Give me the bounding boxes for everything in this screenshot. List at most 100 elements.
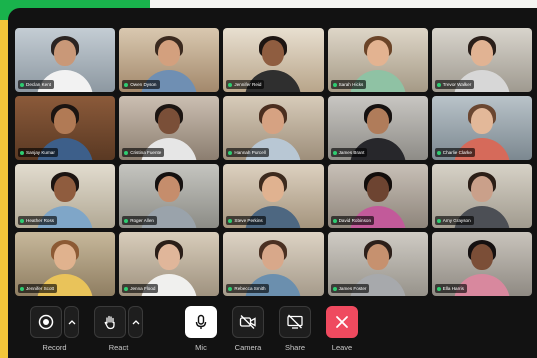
participant-name: Hannah Purcell bbox=[234, 150, 266, 155]
participant-name-tag: Hannah Purcell bbox=[226, 148, 269, 157]
leave-label: Leave bbox=[331, 343, 353, 352]
participant-video-face bbox=[158, 107, 181, 134]
speaking-indicator-icon bbox=[332, 82, 337, 87]
participant-tile[interactable]: Amy Grayson bbox=[431, 164, 532, 228]
participant-tile[interactable]: James Brant bbox=[327, 96, 428, 160]
participant-name: Sarah Hicks bbox=[338, 82, 364, 87]
leave-control: Leave bbox=[326, 306, 358, 352]
record-button[interactable] bbox=[30, 306, 62, 338]
record-label: Record bbox=[42, 343, 67, 352]
participant-grid: Declan Kent Owen Dyson Jennifer Reid Sarah … bbox=[15, 28, 532, 296]
participant-name: James Brant bbox=[338, 150, 365, 155]
camera-control: Camera bbox=[232, 306, 264, 352]
participant-name-tag: Ella Harris bbox=[434, 284, 467, 293]
participant-name-tag: Jenna Flood bbox=[122, 284, 159, 293]
camera-button[interactable] bbox=[232, 306, 264, 338]
participant-tile[interactable]: Ella Harris bbox=[431, 232, 532, 296]
participant-name-tag: Rebecca Smith bbox=[226, 284, 269, 293]
speaking-indicator-icon bbox=[436, 82, 441, 87]
participant-tile[interactable]: Cristina Fuente bbox=[119, 96, 220, 160]
participant-tile[interactable]: Jennifer Scott bbox=[15, 232, 116, 296]
participant-tile[interactable]: David Robinson bbox=[327, 164, 428, 228]
speaking-indicator-icon bbox=[228, 150, 233, 155]
react-control: React bbox=[94, 306, 143, 352]
participant-tile[interactable]: Declan Kent bbox=[15, 28, 116, 92]
participant-video-face bbox=[262, 175, 285, 202]
speaking-indicator-icon bbox=[332, 218, 337, 223]
participant-tile[interactable]: Sanjay Kumar bbox=[15, 96, 116, 160]
participant-video-face bbox=[262, 39, 285, 66]
speaking-indicator-icon bbox=[228, 286, 233, 291]
participant-name-tag: Jennifer Scott bbox=[18, 284, 58, 293]
mic-control: Mic bbox=[185, 306, 217, 352]
participant-video-face bbox=[366, 175, 389, 202]
participant-video-face bbox=[158, 39, 181, 66]
participant-name-tag: James Foster bbox=[330, 284, 370, 293]
speaking-indicator-icon bbox=[124, 286, 129, 291]
participant-video-face bbox=[262, 243, 285, 270]
participant-video-face bbox=[158, 175, 181, 202]
participant-tile[interactable]: Steve Perkins bbox=[223, 164, 324, 228]
speaking-indicator-icon bbox=[124, 150, 129, 155]
mic-label: Mic bbox=[195, 343, 207, 352]
participant-video-face bbox=[158, 243, 181, 270]
participant-video-face bbox=[470, 107, 493, 134]
participant-video-face bbox=[470, 243, 493, 270]
participant-name: Declan Kent bbox=[26, 82, 52, 87]
participant-video-face bbox=[366, 39, 389, 66]
participant-tile[interactable]: Rebecca Smith bbox=[223, 232, 324, 296]
react-button[interactable] bbox=[94, 306, 126, 338]
participant-name-tag: Amy Grayson bbox=[434, 216, 474, 225]
participant-name-tag: Roger Allen bbox=[122, 216, 157, 225]
speaking-indicator-icon bbox=[124, 218, 129, 223]
participant-video-face bbox=[54, 175, 77, 202]
mic-button[interactable] bbox=[185, 306, 217, 338]
participant-name: Jennifer Scott bbox=[26, 286, 55, 291]
participant-name-tag: Cristina Fuente bbox=[122, 148, 165, 157]
camera-off-icon bbox=[239, 315, 256, 329]
record-control: Record bbox=[30, 306, 79, 352]
participant-name-tag: Heather Ross bbox=[18, 216, 58, 225]
share-label: Share bbox=[284, 343, 305, 352]
participant-tile[interactable]: Jenna Flood bbox=[119, 232, 220, 296]
participant-name: Cristina Fuente bbox=[130, 150, 162, 155]
participant-name: Roger Allen bbox=[130, 218, 154, 223]
participant-video-face bbox=[54, 107, 77, 134]
chevron-up-icon bbox=[132, 320, 139, 325]
speaking-indicator-icon bbox=[228, 218, 233, 223]
participant-name-tag: Trevor Walker bbox=[434, 80, 475, 89]
participant-name-tag: Owen Dyson bbox=[122, 80, 160, 89]
speaking-indicator-icon bbox=[332, 286, 337, 291]
participant-tile[interactable]: Owen Dyson bbox=[119, 28, 220, 92]
participant-tile[interactable]: Roger Allen bbox=[119, 164, 220, 228]
speaking-indicator-icon bbox=[20, 82, 24, 87]
participant-video-face bbox=[366, 243, 389, 270]
speaking-indicator-icon bbox=[228, 82, 233, 87]
record-options-button[interactable] bbox=[64, 306, 79, 338]
participant-tile[interactable]: Heather Ross bbox=[15, 164, 116, 228]
participant-name: David Robinson bbox=[338, 218, 372, 223]
participant-video-face bbox=[54, 39, 77, 66]
participant-tile[interactable]: Trevor Walker bbox=[431, 28, 532, 92]
participant-tile[interactable]: Sarah Hicks bbox=[327, 28, 428, 92]
speaking-indicator-icon bbox=[332, 150, 337, 155]
participant-video-face bbox=[54, 243, 77, 270]
participant-name: James Foster bbox=[338, 286, 367, 291]
speaking-indicator-icon bbox=[436, 218, 441, 223]
participant-tile[interactable]: Hannah Purcell bbox=[223, 96, 324, 160]
participant-video-face bbox=[262, 107, 285, 134]
leave-button[interactable] bbox=[326, 306, 358, 338]
react-label: React bbox=[108, 343, 129, 352]
participant-name: Jenna Flood bbox=[130, 286, 156, 291]
participant-name: Sanjay Kumar bbox=[26, 150, 55, 155]
share-button[interactable] bbox=[279, 306, 311, 338]
participant-tile[interactable]: Jennifer Reid bbox=[223, 28, 324, 92]
participant-tile[interactable]: James Foster bbox=[327, 232, 428, 296]
hand-icon bbox=[104, 315, 115, 330]
react-options-button[interactable] bbox=[128, 306, 143, 338]
participant-tile[interactable]: Charlie Clarke bbox=[431, 96, 532, 160]
participant-name-tag: Jennifer Reid bbox=[226, 80, 265, 89]
meeting-window: Declan Kent Owen Dyson Jennifer Reid Sarah … bbox=[8, 8, 537, 358]
speaking-indicator-icon bbox=[20, 150, 24, 155]
participant-name-tag: Steve Perkins bbox=[226, 216, 266, 225]
